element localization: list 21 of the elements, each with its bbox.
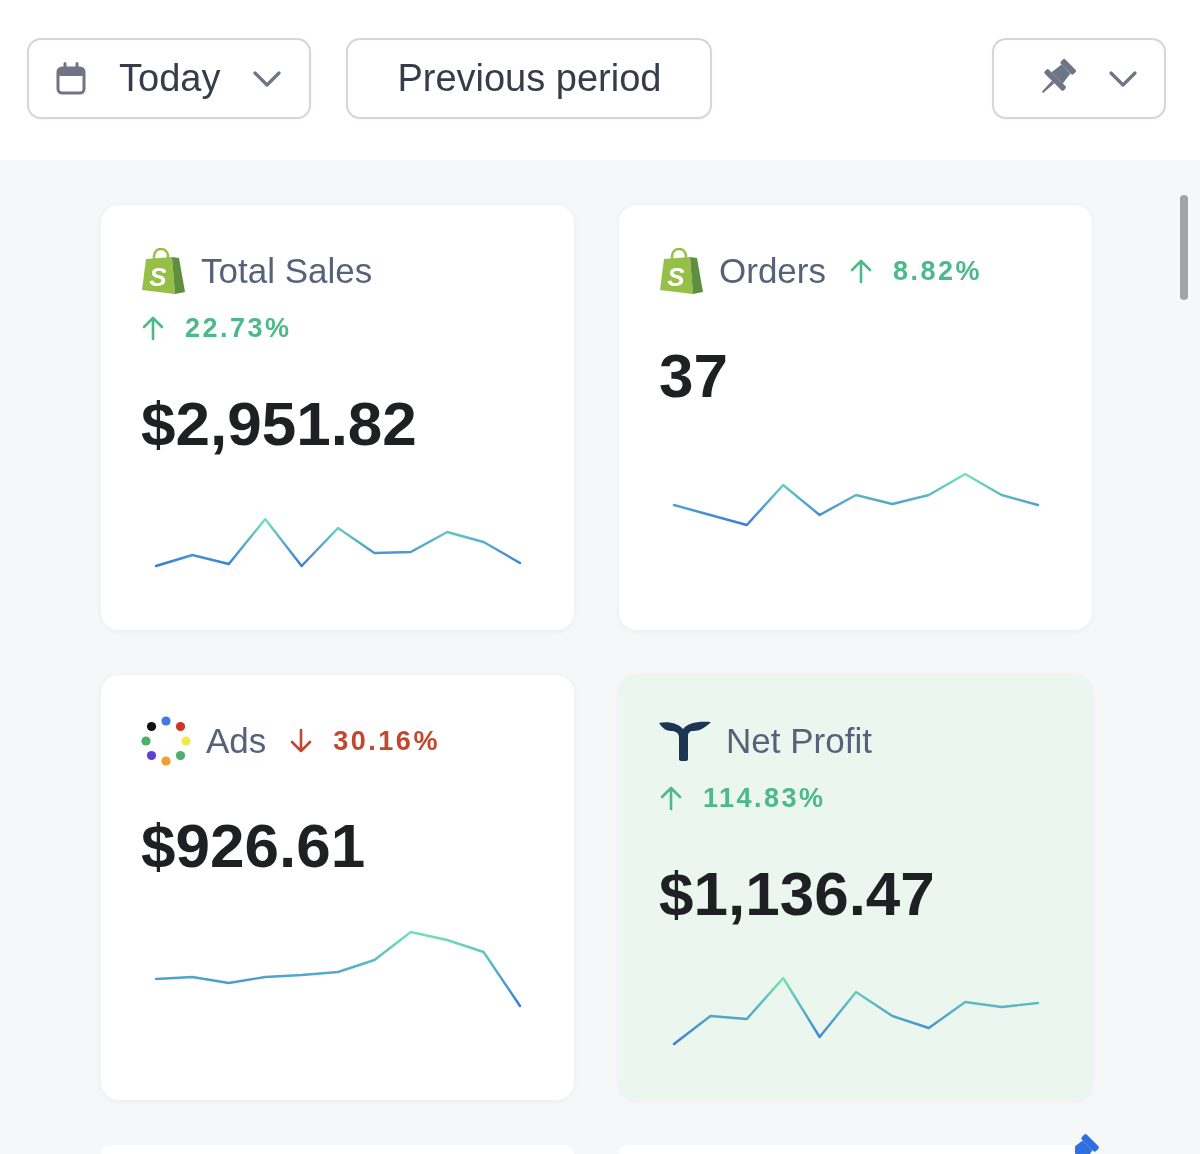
card-title: Orders: [719, 251, 826, 291]
compare-button[interactable]: Previous period: [346, 38, 713, 119]
date-range-button[interactable]: Today: [27, 38, 312, 119]
change-percent: 30.16%: [333, 725, 440, 757]
change-percent: 8.82%: [892, 255, 983, 287]
metric-value: $1,136.47: [659, 863, 935, 925]
metric-value: $2,951.82: [141, 393, 417, 455]
card-title: Net Profit: [726, 721, 872, 761]
card-title: Ads: [206, 721, 267, 761]
tail-icon: [659, 721, 711, 761]
caret-icon: [1108, 69, 1138, 88]
change-percent: 114.83%: [703, 782, 826, 814]
change-percent: 22.73%: [185, 312, 292, 344]
dots-ring-icon: [141, 716, 191, 766]
pin-menu-button[interactable]: [992, 38, 1166, 119]
metric-value: 37: [659, 345, 728, 407]
caret-icon: [252, 69, 283, 88]
metric-value: $926.61: [141, 815, 366, 877]
calendar-icon: [56, 62, 86, 95]
card-title: Total Sales: [201, 251, 373, 291]
scrollbar[interactable]: [1180, 195, 1188, 300]
